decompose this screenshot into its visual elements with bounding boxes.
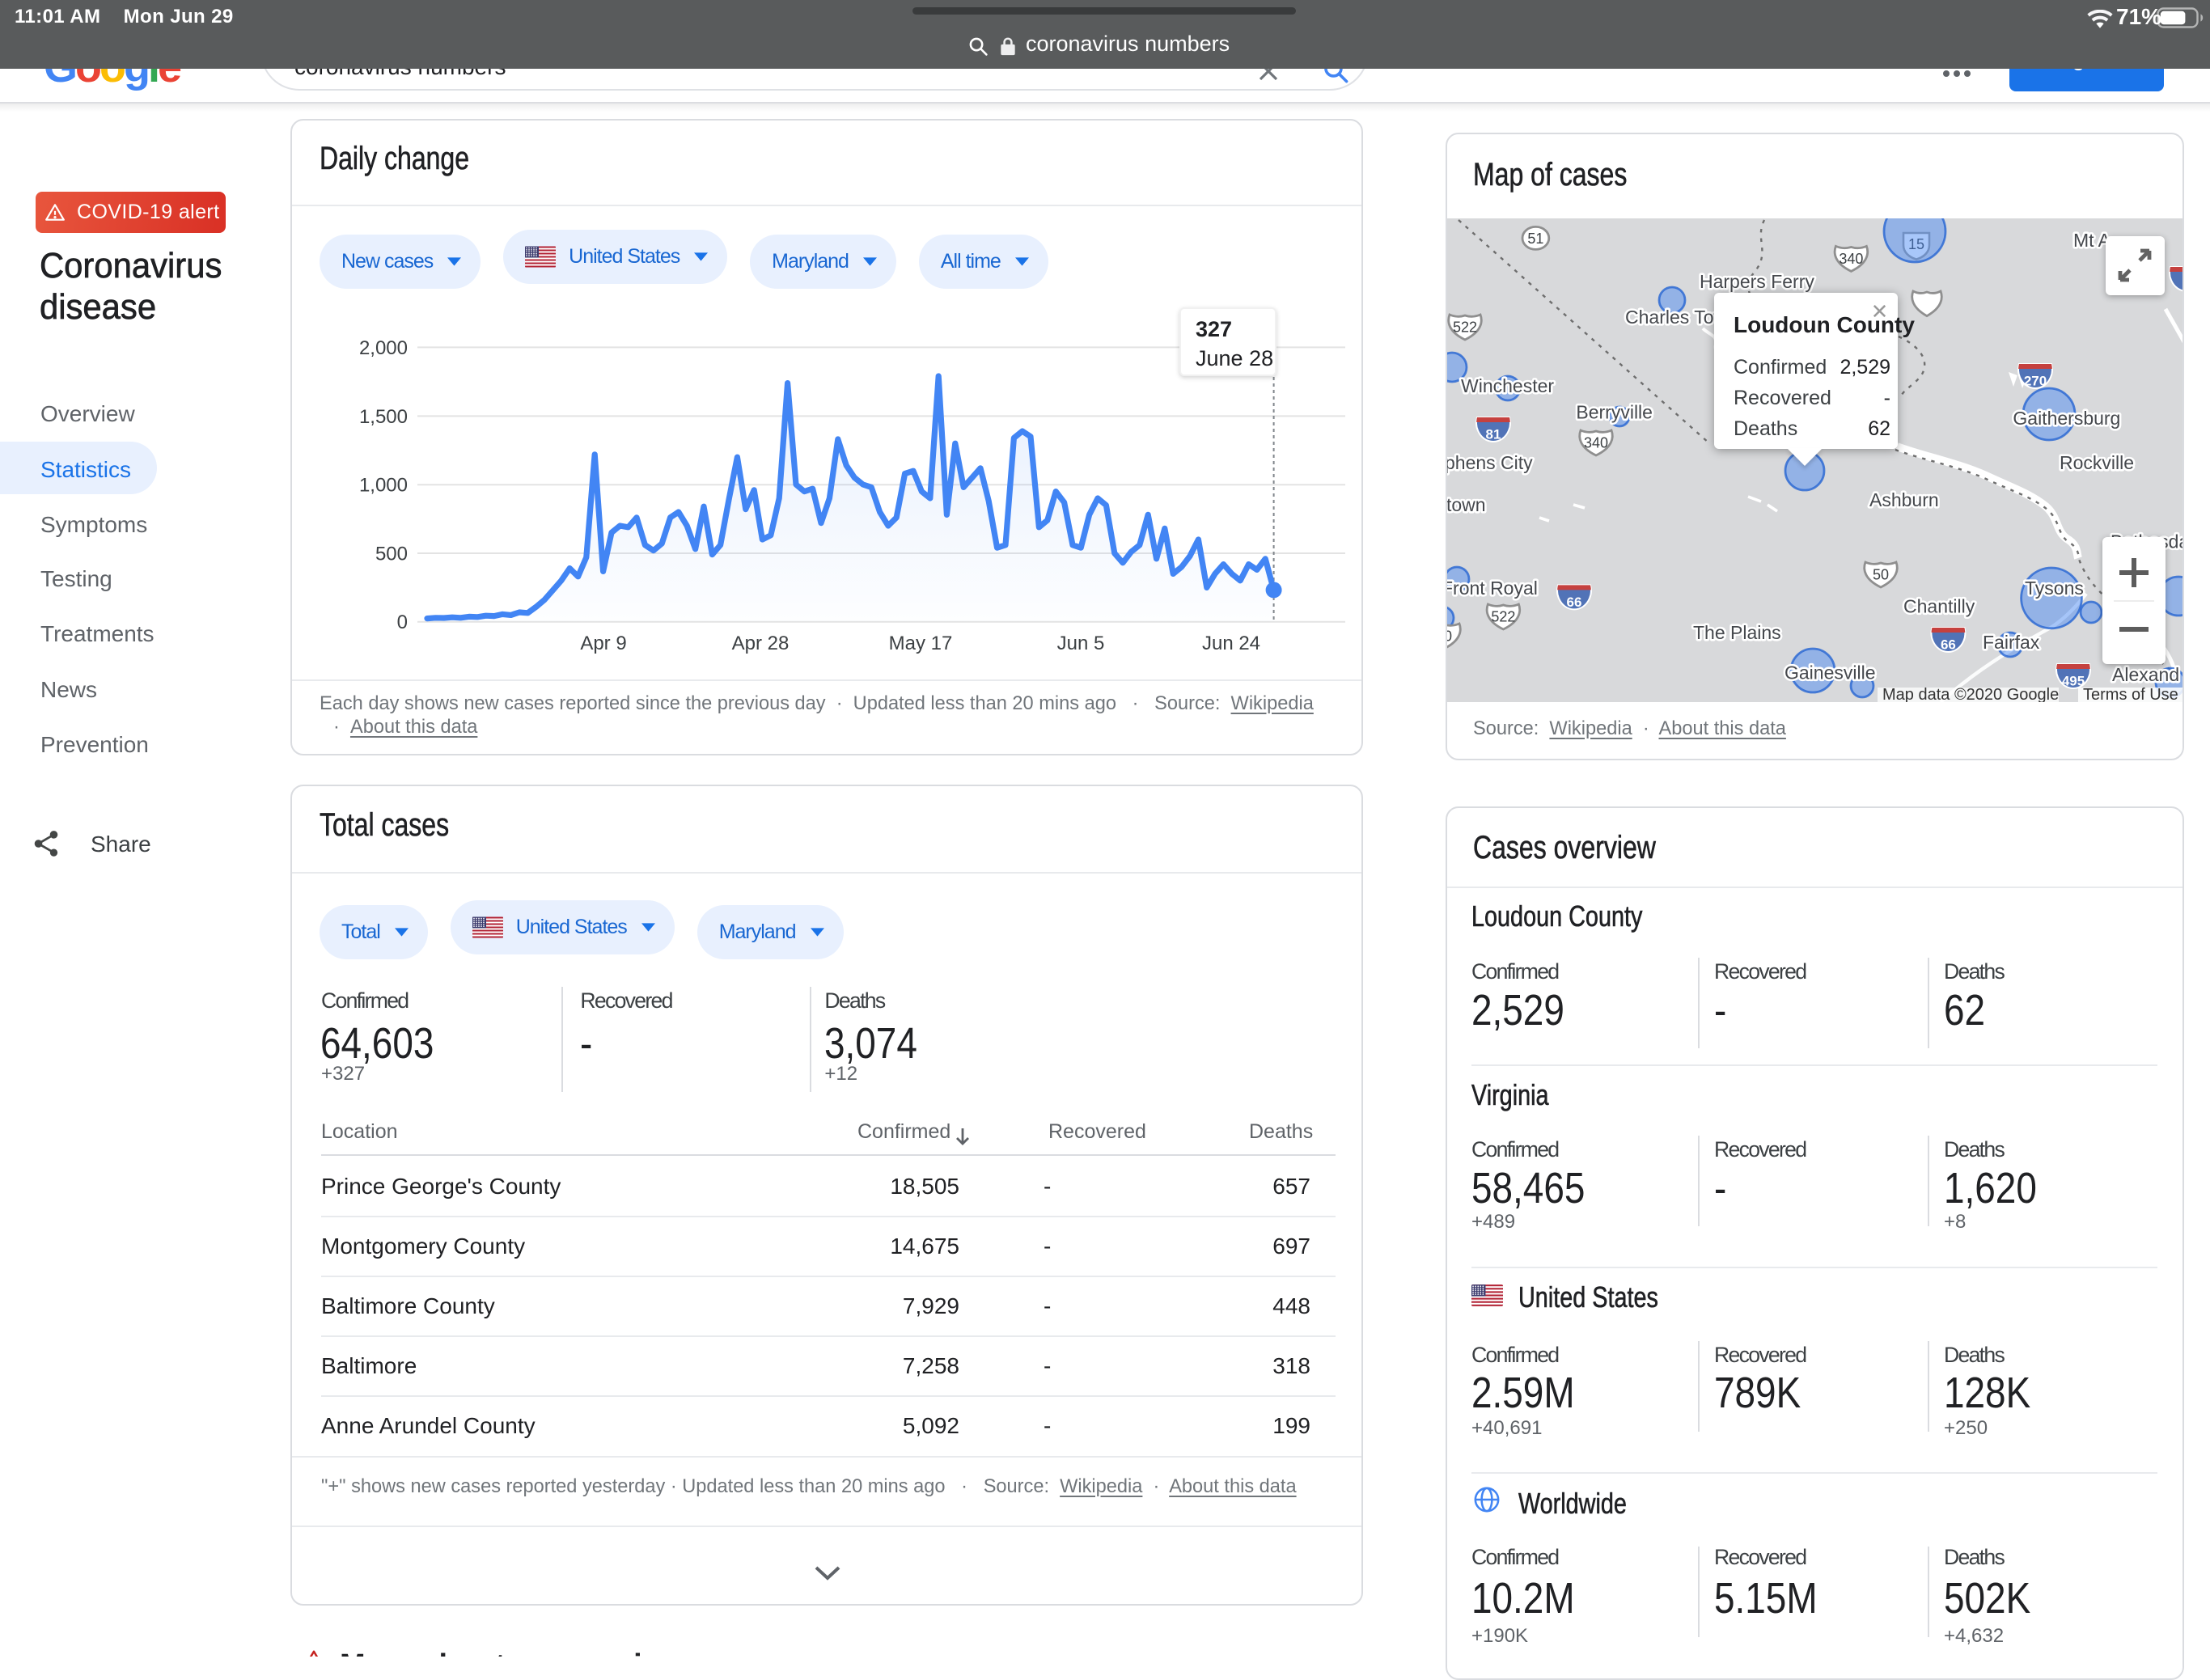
svg-text:2,000: 2,000 xyxy=(359,337,408,359)
svg-text:phens City: phens City xyxy=(1447,452,1533,473)
svg-text:81: 81 xyxy=(1486,426,1501,442)
svg-text:51: 51 xyxy=(1527,231,1543,247)
svg-text:50: 50 xyxy=(1873,566,1889,582)
svg-text:Apr 28: Apr 28 xyxy=(732,633,790,654)
svg-text:Jun 5: Jun 5 xyxy=(1057,633,1105,654)
svg-text:66: 66 xyxy=(1941,637,1956,652)
svg-text:Jun 24: Jun 24 xyxy=(1202,633,1260,654)
svg-text:Gainesville: Gainesville xyxy=(1785,662,1876,683)
svg-text:Charles Tow: Charles Tow xyxy=(1625,307,1728,328)
svg-text:Chantilly: Chantilly xyxy=(1903,595,1975,616)
svg-text:522: 522 xyxy=(1491,608,1515,624)
svg-text:40: 40 xyxy=(1447,628,1452,644)
svg-text:0: 0 xyxy=(397,611,408,633)
svg-text:Rockville: Rockville xyxy=(2060,452,2134,473)
svg-text:500: 500 xyxy=(375,543,408,565)
svg-text:Fairfax: Fairfax xyxy=(1983,632,2040,653)
svg-text:1,500: 1,500 xyxy=(359,406,408,428)
svg-text:340: 340 xyxy=(1839,251,1863,267)
svg-text:495: 495 xyxy=(2062,673,2085,688)
svg-text:Winchester: Winchester xyxy=(1461,375,1554,396)
svg-text:522: 522 xyxy=(1453,319,1477,335)
svg-text:Alexand: Alexand xyxy=(2112,664,2179,685)
svg-text:66: 66 xyxy=(1567,595,1582,610)
svg-text:Front Royal: Front Royal xyxy=(1447,578,1538,599)
svg-text:Apr 9: Apr 9 xyxy=(580,633,626,654)
svg-text:The Plains: The Plains xyxy=(1693,622,1781,643)
svg-text:Berryville: Berryville xyxy=(1576,401,1653,422)
svg-text:340: 340 xyxy=(1584,434,1608,451)
svg-text:May 17: May 17 xyxy=(889,633,953,654)
svg-text:Ashburn: Ashburn xyxy=(1869,489,1939,510)
svg-text:Map data ©2020 Google: Map data ©2020 Google xyxy=(1882,686,2059,702)
svg-text:270: 270 xyxy=(2024,373,2047,388)
svg-text:Tysons: Tysons xyxy=(2025,578,2084,599)
svg-text:1,000: 1,000 xyxy=(359,475,408,497)
svg-text:Harpers Ferry: Harpers Ferry xyxy=(1700,271,1814,292)
svg-text:Gaithersburg: Gaithersburg xyxy=(2013,408,2120,429)
svg-text:town: town xyxy=(1447,494,1486,515)
svg-text:Terms of Use: Terms of Use xyxy=(2083,686,2178,702)
